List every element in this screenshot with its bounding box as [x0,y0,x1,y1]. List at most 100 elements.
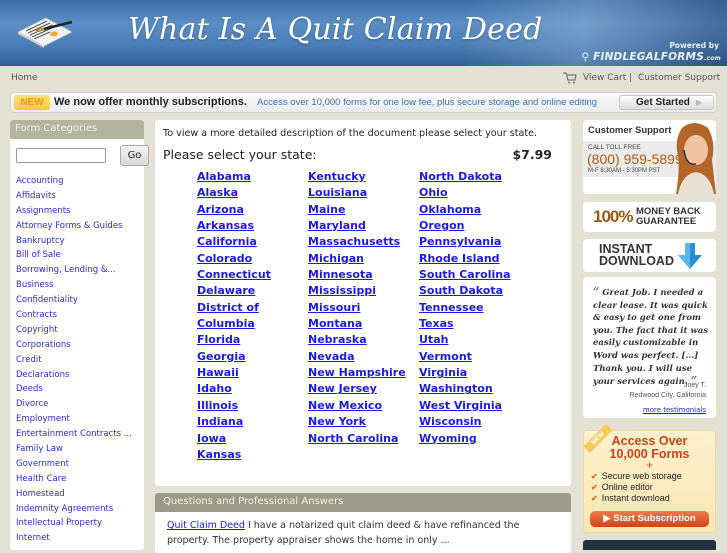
category-link[interactable]: Corporations [16,340,71,350]
state-link[interactable]: Rhode Island [419,252,500,265]
question-link[interactable]: Quit Claim Deed [167,520,245,531]
category-search-input[interactable] [16,148,106,163]
state-item: Arizona [197,203,271,219]
category-link[interactable]: Copyright [16,325,58,335]
category-link[interactable]: Contracts [16,310,57,320]
cart-icon[interactable] [563,72,577,84]
state-link[interactable]: Iowa [197,432,226,445]
category-link[interactable]: Deeds [16,384,43,394]
state-link[interactable]: Maryland [308,219,366,232]
state-link[interactable]: Washington [419,382,493,395]
state-link[interactable]: Kentucky [308,170,366,183]
state-link[interactable]: New York [308,415,366,428]
state-item: New Hampshire [308,366,406,382]
state-link[interactable]: Ohio [419,186,448,199]
state-link[interactable]: Delaware [197,284,255,297]
state-link[interactable]: North Dakota [419,170,502,183]
category-link[interactable]: Bill of Sale [16,250,61,260]
state-link[interactable]: Nebraska [308,333,367,346]
state-link[interactable]: Montana [308,317,362,330]
state-link[interactable]: Pennsylvania [419,235,501,248]
state-link[interactable]: Alaska [197,186,238,199]
state-link[interactable]: Indiana [197,415,243,428]
support-hours: M-F 8:30AM - 5:30PM PST [588,168,661,174]
state-link[interactable]: South Carolina [419,268,511,281]
state-link[interactable]: District of [197,301,259,314]
state-link[interactable]: Missouri [308,301,360,314]
customer-support-link[interactable]: Customer Support [638,73,720,83]
state-item: Arkansas [197,219,271,235]
category-link[interactable]: Attorney Forms & Guides [16,221,123,231]
state-link[interactable]: Hawaii [197,366,239,379]
state-link[interactable]: Idaho [197,382,232,395]
state-link[interactable]: Utah [419,333,448,346]
state-link[interactable]: Oklahoma [419,203,481,216]
state-link[interactable]: Alabama [197,170,251,183]
state-link[interactable]: Florida [197,333,240,346]
state-link[interactable]: Nevada [308,350,355,363]
state-link[interactable]: Maine [308,203,345,216]
state-link[interactable]: North Carolina [308,432,398,445]
state-link[interactable]: Minnesota [308,268,373,281]
state-link[interactable]: Oregon [419,219,465,232]
state-link[interactable]: Wyoming [419,432,477,445]
category-link[interactable]: Declarations [16,370,69,380]
state-link[interactable]: West Virginia [419,399,502,412]
state-link[interactable]: Massachusetts [308,235,400,248]
state-link[interactable]: California [197,235,257,248]
state-item: South Dakota [419,284,511,300]
category-link[interactable]: Divorce [16,399,48,409]
state-link[interactable]: Louisiana [308,186,367,199]
category-link[interactable]: Bankruptcy [16,236,65,246]
more-testimonials-link[interactable]: more testimonials [643,406,706,414]
category-link[interactable]: Intellectual Property [16,518,102,528]
category-link[interactable]: Affidavits [16,191,56,201]
state-item: Nebraska [308,333,406,349]
category-link[interactable]: Employment [16,414,70,424]
state-item: New York [308,415,406,431]
state-link[interactable]: Tennessee [419,301,484,314]
state-link[interactable]: New Hampshire [308,366,406,379]
category-link[interactable]: Government [16,459,69,469]
category-link[interactable]: Assignments [16,206,70,216]
state-link[interactable]: Connecticut [197,268,271,281]
go-button[interactable]: Go [120,145,149,166]
state-link[interactable]: Vermont [419,350,472,363]
home-link[interactable]: Home [11,73,38,83]
category-link[interactable]: Confidentiality [16,295,78,305]
state-item: Utah [419,333,511,349]
state-link[interactable]: New Mexico [308,399,382,412]
category-link[interactable]: Credit [16,355,42,365]
findlegalforms-logo[interactable]: ⚲ FINDLEGALFORMS.com [581,51,721,63]
customer-support-box[interactable]: Customer Support CALL TOLL FREE (800) 95… [583,120,716,194]
category-link[interactable]: Internet [16,533,50,543]
view-cart-link[interactable]: View Cart [583,73,626,83]
category-link[interactable]: Entertainment Contracts ... [16,429,132,439]
state-link[interactable]: Columbia [197,317,255,330]
state-link[interactable]: Wisconsin [419,415,482,428]
state-link[interactable]: Texas [419,317,454,330]
state-link[interactable]: Georgia [197,350,246,363]
category-link[interactable]: Borrowing, Lending &... [16,265,116,275]
category-link[interactable]: Health Care [16,474,66,484]
state-link[interactable]: Virginia [419,366,467,379]
state-link[interactable]: Illinois [197,399,238,412]
state-link[interactable]: Mississippi [308,284,376,297]
category-link[interactable]: Accounting [16,176,63,186]
category-link[interactable]: Family Law [16,444,63,454]
state-link[interactable]: Arkansas [197,219,254,232]
get-started-button[interactable]: Get Started ▶ [619,95,714,110]
state-link[interactable]: Kansas [197,448,241,461]
state-link[interactable]: Colorado [197,252,252,265]
start-subscription-button[interactable]: ▶ Start Subscription [590,511,709,527]
state-selection-panel: To view a more detailed description of t… [155,120,571,486]
state-link[interactable]: South Dakota [419,284,503,297]
category-link[interactable]: Indemnity Agreements [16,504,113,514]
state-link[interactable]: Michigan [308,252,364,265]
get-started-label: Get Started [636,97,690,108]
category-link[interactable]: Business [16,280,53,290]
state-link[interactable]: Arizona [197,203,244,216]
category-link[interactable]: Homestead [16,489,65,499]
feature-item: ✔ Secure web storage [591,471,682,482]
state-link[interactable]: New Jersey [308,382,377,395]
